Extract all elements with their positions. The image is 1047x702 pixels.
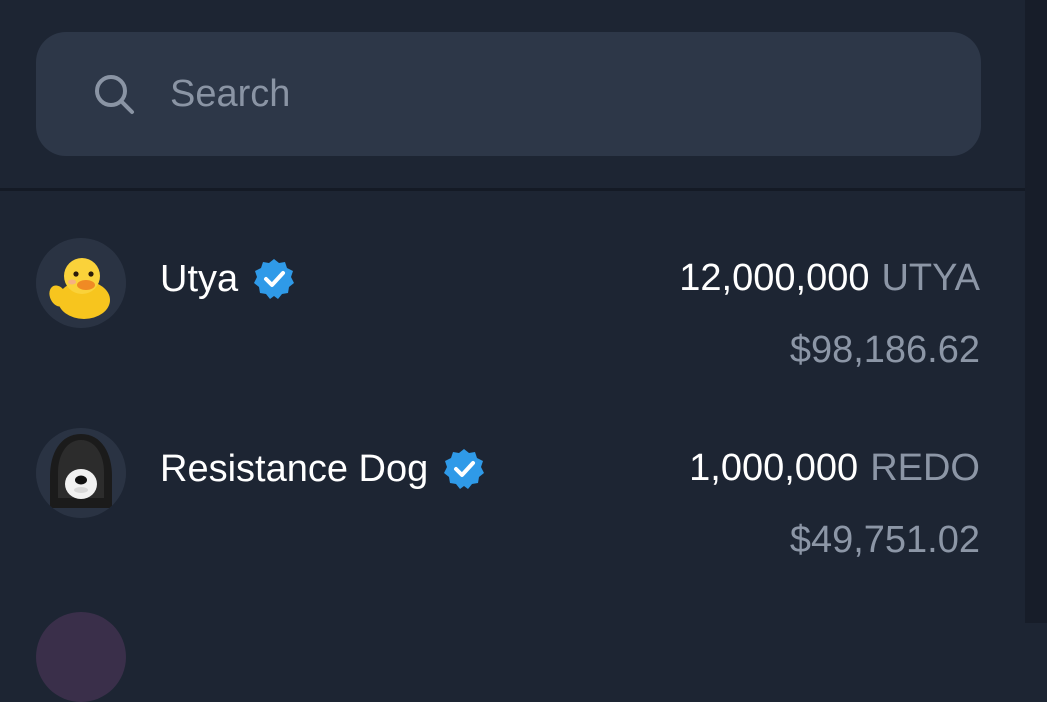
scrollbar-track[interactable]: [1025, 0, 1047, 623]
duck-icon: [36, 238, 126, 328]
token-name-label: Utya: [160, 257, 239, 300]
search-icon: [92, 72, 136, 116]
token-name-label: Resistance Dog: [160, 447, 429, 490]
verified-icon: [252, 257, 296, 301]
token-name: Utya: [160, 257, 296, 301]
balance-ticker: UTYA: [881, 257, 980, 299]
balance-amount: 12,000,000: [679, 257, 870, 299]
token-balance: 12,000,000 UTYA: [679, 257, 980, 300]
token-list-panel: Utya 12,000,000 UTYA $98,186.62: [0, 0, 1025, 702]
token-row-resistance-dog[interactable]: Resistance Dog 1,000,000 REDO $49,751.02: [0, 381, 1025, 571]
hooded-dog-icon: [36, 428, 126, 518]
usd-value: $49,751.02: [789, 519, 980, 561]
token-row-utya[interactable]: Utya 12,000,000 UTYA $98,186.62: [0, 191, 1025, 381]
usd-value: $98,186.62: [789, 329, 980, 371]
partial-token-avatar: [36, 612, 126, 702]
balance-amount: 1,000,000: [689, 447, 859, 489]
verified-icon: [442, 447, 486, 491]
token-name: Resistance Dog: [160, 447, 486, 491]
search-input[interactable]: [170, 64, 930, 124]
token-balance: 1,000,000 REDO: [689, 447, 980, 490]
balance-ticker: REDO: [870, 447, 980, 489]
